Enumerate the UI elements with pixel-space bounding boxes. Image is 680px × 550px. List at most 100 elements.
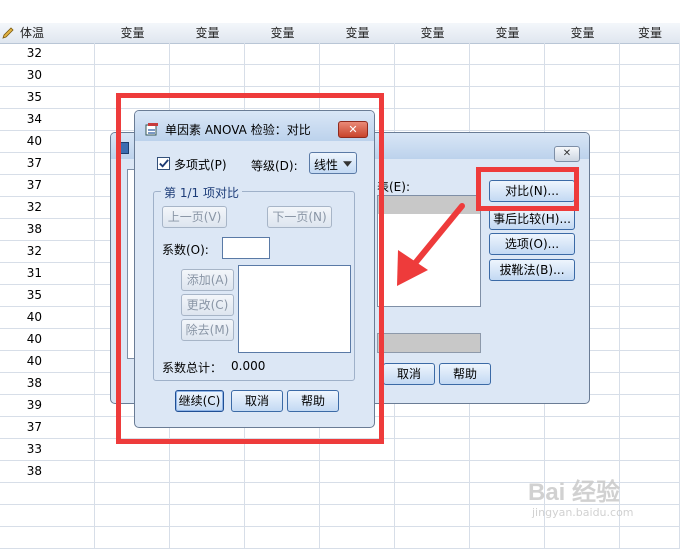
table-cell[interactable]: [620, 439, 680, 461]
table-cell[interactable]: [545, 527, 620, 549]
table-cell[interactable]: 31: [0, 263, 95, 285]
table-cell[interactable]: [620, 131, 680, 153]
table-cell[interactable]: [470, 43, 545, 65]
table-cell[interactable]: [620, 307, 680, 329]
table-cell[interactable]: [470, 65, 545, 87]
table-cell[interactable]: [170, 43, 245, 65]
table-cell[interactable]: [170, 483, 245, 505]
dependent-list[interactable]: [377, 195, 481, 307]
table-cell[interactable]: [395, 527, 470, 549]
table-cell[interactable]: 34: [0, 109, 95, 131]
table-cell[interactable]: 39: [0, 395, 95, 417]
table-cell[interactable]: [395, 505, 470, 527]
table-cell[interactable]: [245, 461, 320, 483]
table-cell[interactable]: [95, 505, 170, 527]
table-cell[interactable]: [0, 527, 95, 549]
table-cell[interactable]: [545, 439, 620, 461]
table-cell[interactable]: [245, 527, 320, 549]
table-cell[interactable]: 40: [0, 351, 95, 373]
table-cell[interactable]: [395, 87, 470, 109]
table-cell[interactable]: [170, 461, 245, 483]
table-cell[interactable]: [0, 505, 95, 527]
table-cell[interactable]: [320, 43, 395, 65]
column-header-variable[interactable]: 变量: [320, 23, 396, 44]
table-cell[interactable]: 33: [0, 439, 95, 461]
column-header-variable[interactable]: 变量: [170, 23, 246, 44]
table-cell[interactable]: [620, 285, 680, 307]
table-cell[interactable]: [620, 329, 680, 351]
table-cell[interactable]: [620, 219, 680, 241]
table-cell[interactable]: [620, 395, 680, 417]
dependent-list-selected-row[interactable]: [378, 196, 480, 214]
table-cell[interactable]: [320, 483, 395, 505]
table-cell[interactable]: [620, 373, 680, 395]
table-cell[interactable]: 40: [0, 307, 95, 329]
bootstrap-button[interactable]: 拔靴法(B)...: [489, 259, 575, 281]
post-hoc-button[interactable]: 事后比较(H)...: [489, 208, 575, 230]
column-header-variable[interactable]: 变量: [620, 23, 680, 44]
table-cell[interactable]: 38: [0, 373, 95, 395]
table-cell[interactable]: 40: [0, 329, 95, 351]
table-cell[interactable]: 30: [0, 65, 95, 87]
table-cell[interactable]: [320, 65, 395, 87]
table-cell[interactable]: 37: [0, 153, 95, 175]
table-cell[interactable]: [620, 65, 680, 87]
column-header-variable[interactable]: 变量: [545, 23, 621, 44]
factor-field[interactable]: [377, 333, 481, 353]
cancel-button[interactable]: 取消: [383, 363, 435, 385]
table-cell[interactable]: [620, 43, 680, 65]
table-cell[interactable]: 38: [0, 219, 95, 241]
column-header-variable[interactable]: 变量: [395, 23, 471, 44]
table-cell[interactable]: [320, 505, 395, 527]
table-cell[interactable]: [0, 483, 95, 505]
table-cell[interactable]: [320, 527, 395, 549]
table-cell[interactable]: [620, 153, 680, 175]
table-cell[interactable]: [245, 65, 320, 87]
table-cell[interactable]: [95, 65, 170, 87]
table-cell[interactable]: [545, 43, 620, 65]
table-cell[interactable]: [545, 417, 620, 439]
table-cell[interactable]: 38: [0, 461, 95, 483]
table-cell[interactable]: 37: [0, 175, 95, 197]
table-cell[interactable]: [95, 483, 170, 505]
options-button[interactable]: 选项(O)...: [489, 233, 575, 255]
table-cell[interactable]: 35: [0, 87, 95, 109]
table-cell[interactable]: [620, 197, 680, 219]
table-cell[interactable]: [170, 527, 245, 549]
table-cell[interactable]: [620, 417, 680, 439]
table-cell[interactable]: [545, 109, 620, 131]
table-cell[interactable]: [620, 87, 680, 109]
table-cell[interactable]: [395, 65, 470, 87]
table-cell[interactable]: [620, 241, 680, 263]
table-cell[interactable]: [620, 263, 680, 285]
table-cell[interactable]: [470, 109, 545, 131]
table-cell[interactable]: [395, 109, 470, 131]
table-cell[interactable]: [620, 527, 680, 549]
table-cell[interactable]: [545, 87, 620, 109]
table-cell[interactable]: [395, 439, 470, 461]
table-cell[interactable]: [470, 87, 545, 109]
column-header-variable[interactable]: 变量: [95, 23, 171, 44]
table-cell[interactable]: [470, 417, 545, 439]
table-cell[interactable]: [95, 461, 170, 483]
table-cell[interactable]: [245, 43, 320, 65]
table-cell[interactable]: [395, 461, 470, 483]
table-cell[interactable]: [470, 439, 545, 461]
table-cell[interactable]: 32: [0, 43, 95, 65]
table-cell[interactable]: 35: [0, 285, 95, 307]
help-button[interactable]: 帮助: [439, 363, 491, 385]
column-header-variable[interactable]: 变量: [470, 23, 546, 44]
table-cell[interactable]: 32: [0, 197, 95, 219]
column-header-tiwen[interactable]: 体温: [0, 23, 110, 44]
table-cell[interactable]: [320, 461, 395, 483]
table-cell[interactable]: [620, 175, 680, 197]
table-cell[interactable]: [395, 483, 470, 505]
table-cell[interactable]: 40: [0, 131, 95, 153]
table-cell[interactable]: [95, 527, 170, 549]
table-cell[interactable]: 32: [0, 241, 95, 263]
table-cell[interactable]: [245, 483, 320, 505]
table-cell[interactable]: [620, 351, 680, 373]
table-cell[interactable]: [545, 65, 620, 87]
table-cell[interactable]: [620, 109, 680, 131]
table-cell[interactable]: [470, 527, 545, 549]
